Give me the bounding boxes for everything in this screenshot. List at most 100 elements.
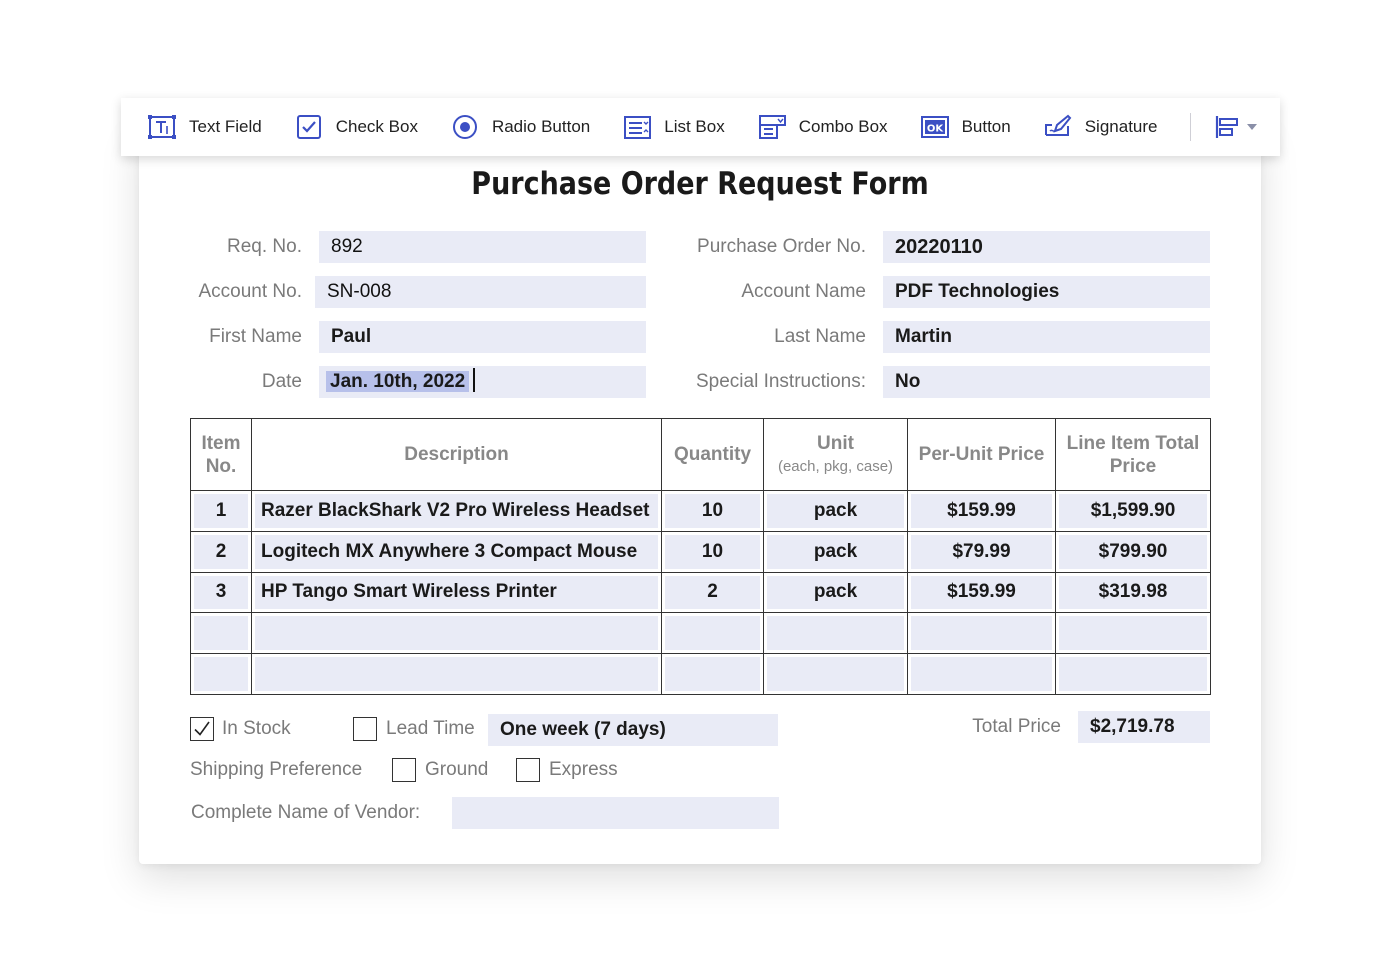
unit-cell[interactable]: [767, 616, 904, 651]
toolbar-divider: [1189, 113, 1191, 141]
unit-cell[interactable]: pack: [767, 534, 904, 569]
check-box-label: Check Box: [335, 117, 418, 136]
total-price-label: Total Price: [972, 716, 1061, 737]
combo-box-tool[interactable]: Combo Box: [757, 107, 920, 147]
text-field-label: Text Field: [189, 117, 262, 136]
last-name-label: Last Name: [774, 326, 866, 347]
unit-cell[interactable]: pack: [767, 494, 904, 528]
unit-cell[interactable]: [767, 657, 904, 691]
quantity-cell[interactable]: 2: [665, 575, 760, 610]
align-left-icon: [1215, 116, 1238, 138]
lead-time-label: Lead Time: [386, 718, 475, 739]
line-total-cell[interactable]: [1059, 616, 1207, 651]
item-no-cell[interactable]: [194, 657, 248, 691]
express-label: Express: [549, 759, 618, 780]
form-field-toolbar: Text Field Check Box Radio Button List B…: [121, 98, 1280, 156]
date-label: Date: [261, 371, 302, 392]
item-no-cell[interactable]: 3: [194, 575, 248, 610]
chevron-down-icon: [1246, 124, 1257, 130]
item-no-cell[interactable]: 2: [194, 534, 248, 569]
table-header-row: Item No. Description Quantity Unit (each…: [190, 418, 1211, 491]
ground-checkbox[interactable]: [392, 758, 416, 782]
table-row: 2 Logitech MX Anywhere 3 Compact Mouse 1…: [190, 530, 1211, 573]
line-total-cell[interactable]: $319.98: [1059, 575, 1207, 610]
item-no-cell[interactable]: [194, 616, 248, 651]
per-unit-price-header: Per-Unit Price: [907, 418, 1056, 491]
req-no-field[interactable]: 892: [319, 231, 646, 263]
text-field-tool[interactable]: Text Field: [147, 107, 294, 147]
quantity-cell[interactable]: [665, 616, 760, 651]
signature-icon: [1044, 114, 1072, 136]
in-stock-label: In Stock: [222, 718, 291, 739]
date-selected-text: Jan. 10th, 2022: [326, 371, 470, 392]
radio-button-tool[interactable]: Radio Button: [450, 107, 622, 147]
account-name-field[interactable]: PDF Technologies: [883, 276, 1210, 308]
checkmark-icon: [194, 721, 210, 736]
vendor-name-label: Complete Name of Vendor:: [191, 802, 421, 823]
date-field[interactable]: Jan. 10th, 2022: [319, 366, 646, 398]
quantity-cell[interactable]: [665, 657, 760, 691]
description-cell[interactable]: Razer BlackShark V2 Pro Wireless Headset: [255, 494, 658, 528]
vendor-name-field[interactable]: [452, 797, 779, 829]
line-total-cell[interactable]: [1059, 657, 1207, 691]
description-cell[interactable]: [255, 657, 658, 691]
description-cell[interactable]: Logitech MX Anywhere 3 Compact Mouse: [255, 534, 658, 569]
quantity-cell[interactable]: 10: [665, 494, 760, 528]
line-total-cell[interactable]: $799.90: [1059, 534, 1207, 569]
align-dropdown[interactable]: [1213, 113, 1257, 141]
account-no-field[interactable]: SN-008: [315, 276, 646, 308]
radio-button-icon: [452, 115, 477, 139]
lead-time-field[interactable]: One week (7 days): [488, 714, 778, 746]
per-unit-price-cell[interactable]: [911, 616, 1052, 651]
first-name-label: First Name: [209, 326, 302, 347]
quantity-header: Quantity: [661, 418, 764, 491]
check-box-tool[interactable]: Check Box: [294, 107, 450, 147]
check-box-icon: [296, 115, 321, 139]
per-unit-price-cell[interactable]: $79.99: [911, 534, 1052, 569]
items-table: Item No. Description Quantity Unit (each…: [190, 418, 1211, 695]
total-price-field[interactable]: $2,719.78: [1078, 711, 1210, 743]
express-checkbox[interactable]: [516, 758, 540, 782]
line-total-cell[interactable]: $1,599.90: [1059, 494, 1207, 528]
lead-time-checkbox[interactable]: [353, 717, 377, 741]
signature-tool[interactable]: Signature: [1043, 107, 1190, 147]
table-row: [190, 612, 1211, 655]
ground-label: Ground: [425, 759, 489, 780]
req-no-label: Req. No.: [227, 236, 302, 257]
quantity-cell[interactable]: 10: [665, 534, 760, 569]
text-cursor: [473, 367, 476, 392]
combo-box-icon: [758, 115, 786, 139]
po-no-field[interactable]: 20220110: [883, 231, 1210, 263]
radio-button-label: Radio Button: [491, 117, 591, 136]
signature-label: Signature: [1084, 117, 1158, 136]
combo-box-label: Combo Box: [798, 117, 888, 136]
table-row: [190, 653, 1211, 695]
table-row: 1 Razer BlackShark V2 Pro Wireless Heads…: [190, 490, 1211, 532]
item-no-header: Item No.: [190, 418, 252, 491]
list-box-tool[interactable]: List Box: [622, 107, 756, 147]
description-cell[interactable]: [255, 616, 658, 651]
list-box-label: List Box: [664, 117, 725, 136]
per-unit-price-cell[interactable]: $159.99: [911, 575, 1052, 610]
special-instructions-label: Special Instructions:: [695, 371, 866, 392]
per-unit-price-cell[interactable]: [911, 657, 1052, 691]
unit-cell[interactable]: pack: [767, 575, 904, 610]
button-icon: OK: [920, 116, 949, 138]
list-box-icon: [624, 116, 652, 139]
special-instructions-field[interactable]: No: [883, 366, 1210, 398]
button-tool[interactable]: OK Button: [920, 107, 1043, 147]
button-label: Button: [961, 117, 1011, 136]
last-name-field[interactable]: Martin: [883, 321, 1210, 353]
account-name-label: Account Name: [741, 281, 866, 302]
unit-header-label: Unit: [817, 432, 854, 454]
po-no-label: Purchase Order No.: [697, 236, 866, 257]
in-stock-checkbox[interactable]: [190, 717, 214, 741]
item-no-cell[interactable]: 1: [194, 494, 248, 528]
account-no-label: Account No.: [198, 281, 303, 302]
description-cell[interactable]: HP Tango Smart Wireless Printer: [255, 575, 658, 610]
unit-header-hint: (each, pkg, case): [777, 457, 894, 475]
svg-text:OK: OK: [926, 124, 944, 135]
per-unit-price-cell[interactable]: $159.99: [911, 494, 1052, 528]
shipping-preference-label: Shipping Preference: [190, 759, 363, 780]
first-name-field[interactable]: Paul: [319, 321, 646, 353]
